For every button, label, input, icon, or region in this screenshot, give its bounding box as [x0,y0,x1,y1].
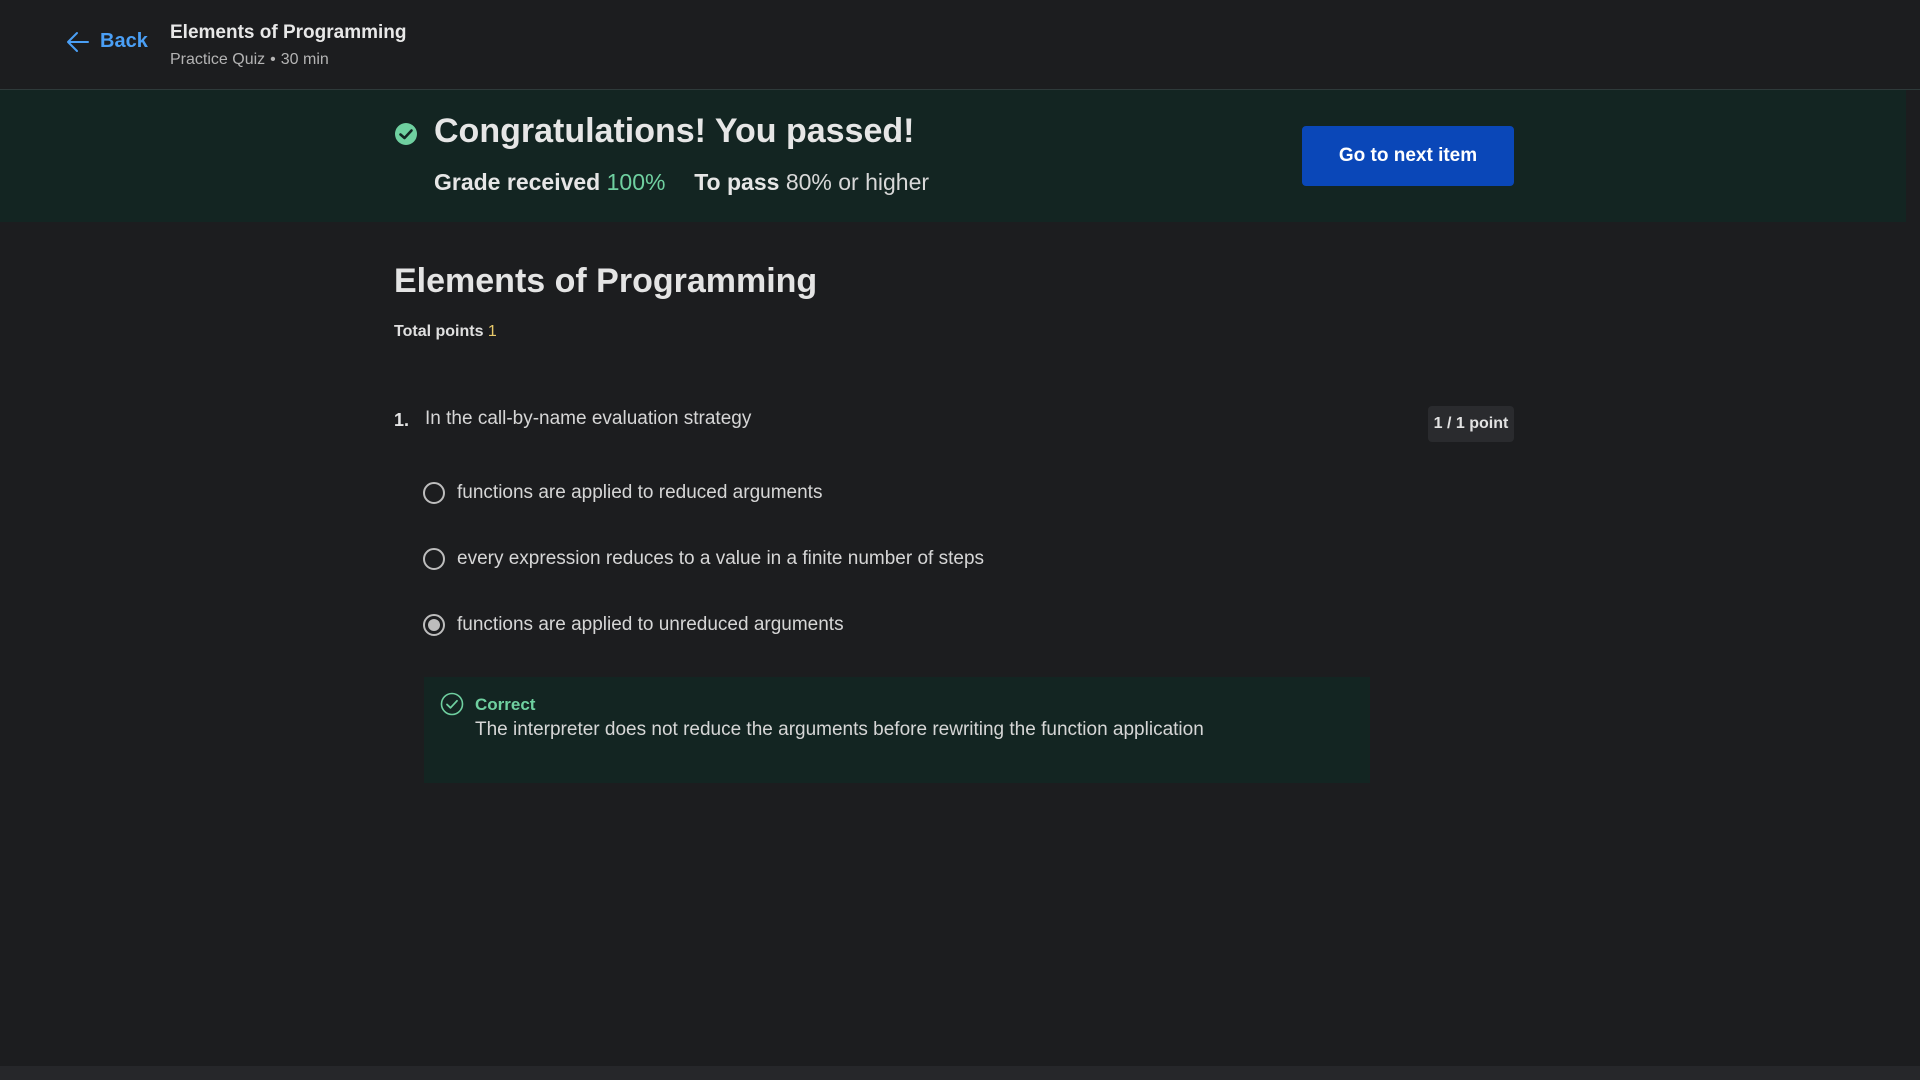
radio-button-selected[interactable] [423,614,445,636]
answer-option-label: every expression reduces to a value in a… [457,548,985,569]
radio-button[interactable] [423,482,445,504]
grade-value: 100% [606,169,666,195]
item-duration: 30 min [280,51,329,68]
pass-label: To pass [694,169,780,195]
grade-summary: Grade received 100% To pass 80% or highe… [434,169,929,196]
pass-message: Congratulations! You passed! [434,112,915,150]
back-label: Back [100,30,148,52]
question-points-badge: 1 / 1 point [1428,406,1514,442]
course-title: Elements of Programming [170,22,407,43]
total-points: Total points 1 [394,323,497,341]
answer-option[interactable]: functions are applied to reduced argumen… [423,482,822,504]
go-to-next-item-button[interactable]: Go to next item [1302,126,1514,186]
question-text: In the call-by-name evaluation strategy [425,408,752,429]
check-circle-outline-icon [440,692,464,721]
question-number: 1. [394,410,410,430]
answer-option-selected[interactable]: functions are applied to unreduced argum… [423,614,844,636]
pass-threshold: 80% or higher [785,169,930,195]
answer-option-label: functions are applied to reduced argumen… [457,482,823,503]
answer-feedback: Correct The interpreter does not reduce … [424,677,1370,783]
feedback-status: Correct [475,695,536,714]
item-type: Practice Quiz [170,51,266,68]
arrow-left-icon [66,31,90,53]
result-banner [0,90,1906,222]
answer-option-label: functions are applied to unreduced argum… [457,614,844,635]
total-points-label: Total points [394,323,484,340]
quiz-title: Elements of Programming [394,262,818,300]
course-subtitle: Practice Quiz • 30 min [170,51,329,69]
radio-button[interactable] [423,548,445,570]
grade-label: Grade received [434,169,601,195]
answer-option[interactable]: every expression reduces to a value in a… [423,548,984,570]
top-bar: Back Elements of Programming Practice Qu… [0,0,1920,90]
check-circle-filled-icon [394,122,418,151]
feedback-explanation: The interpreter does not reduce the argu… [475,719,1204,740]
bottom-scroll-strip [0,1066,1920,1080]
back-link[interactable]: Back [66,30,148,53]
subtitle-separator: • [270,51,276,68]
total-points-value: 1 [487,323,497,340]
